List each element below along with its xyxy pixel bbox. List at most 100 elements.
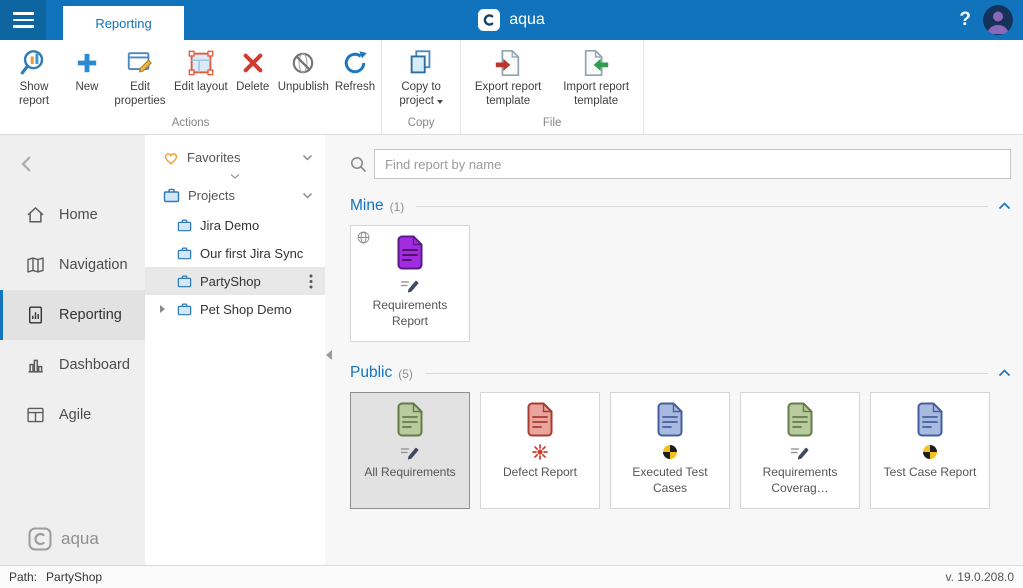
status-path-value: PartyShop [46, 570, 102, 584]
search-icon [350, 156, 367, 173]
board-grid-icon [25, 405, 46, 425]
unpublish-button[interactable]: Unpublish [275, 43, 332, 97]
report-card-requirements-coverage[interactable]: Requirements Coverag… [740, 392, 860, 509]
copy-to-project-button[interactable]: Copy to project [385, 43, 457, 111]
export-report-template-icon [493, 45, 523, 81]
tree-item-label: Our first Jira Sync [200, 246, 303, 261]
globe-icon [357, 231, 370, 244]
status-version: v. 19.0.208.0 [946, 570, 1015, 584]
ribbon-group-file-label: File [464, 114, 640, 134]
tree-item-jira-demo[interactable]: Jira Demo [145, 211, 325, 239]
aqua-logo-icon [478, 9, 500, 31]
report-doc-icon [395, 402, 425, 437]
app-title: aqua [509, 11, 545, 29]
aqua-app-window: Reporting aqua ? Show report [0, 0, 1023, 588]
project-list: Jira Demo Our first Jira Sync PartyShop [145, 211, 325, 323]
tree-item-pet-shop-demo[interactable]: Pet Shop Demo [145, 295, 325, 323]
briefcase-icon [177, 274, 192, 288]
report-search-input[interactable] [374, 149, 1011, 179]
section-title: Mine [350, 197, 384, 215]
copy-to-project-label: Copy to project [388, 81, 454, 109]
sidebar-item-agile[interactable]: Agile [0, 390, 145, 440]
sidebar-item-reporting[interactable]: Reporting [0, 290, 145, 340]
edit-layout-button[interactable]: Edit layout [171, 43, 231, 97]
user-avatar[interactable] [983, 5, 1013, 35]
tree-item-label: Pet Shop Demo [200, 302, 292, 317]
projects-header[interactable]: Projects [145, 181, 325, 209]
edit-properties-label: Edit properties [112, 81, 168, 109]
report-card-label: Requirements Report [351, 298, 469, 329]
ribbon-group-actions-label: Actions [3, 114, 378, 134]
report-card-executed-test-cases[interactable]: Executed Test Cases [610, 392, 730, 509]
projects-label: Projects [188, 188, 235, 203]
reports-panel: Mine (1) Requirements Report Pub [325, 135, 1023, 565]
bar-chart-icon [25, 355, 46, 375]
top-bar: Reporting aqua ? [0, 0, 1023, 40]
sidebar-item-label: Navigation [59, 257, 128, 273]
home-icon [25, 205, 46, 225]
report-card-label: All Requirements [359, 465, 460, 481]
import-report-template-label: Import report template [555, 81, 637, 109]
item-menu-kebab-icon[interactable] [309, 274, 317, 289]
status-path-label: Path: [9, 570, 37, 584]
tree-item-our-first-jira-sync[interactable]: Our first Jira Sync [145, 239, 325, 267]
collapse-section-button[interactable] [998, 369, 1011, 377]
expand-arrow-icon[interactable] [160, 305, 165, 313]
help-button[interactable]: ? [959, 0, 971, 40]
delete-button[interactable]: Delete [231, 43, 275, 97]
ribbon-group-copy: Copy to project Copy [382, 40, 461, 134]
chevron-up-icon [998, 369, 1011, 377]
section-count: (5) [398, 367, 413, 381]
tab-reporting[interactable]: Reporting [63, 6, 184, 40]
favorites-header[interactable]: Favorites [145, 143, 325, 171]
tree-item-label: Jira Demo [200, 218, 259, 233]
sidebar-footer-brand: aqua [28, 527, 99, 551]
chevron-down-icon[interactable] [302, 192, 313, 199]
briefcase-icon [177, 302, 192, 316]
refresh-button[interactable]: Refresh [332, 43, 378, 97]
tree-panel-collapse-button[interactable] [326, 350, 332, 360]
report-card-requirements-report[interactable]: Requirements Report [350, 225, 470, 342]
tree-item-partyshop[interactable]: PartyShop [145, 267, 325, 295]
report-doc-icon [395, 235, 425, 270]
import-report-template-button[interactable]: Import report template [552, 43, 640, 111]
report-card-all-requirements[interactable]: All Requirements [350, 392, 470, 509]
sidebar-item-dashboard[interactable]: Dashboard [0, 340, 145, 390]
tree-splitter-handle[interactable] [145, 171, 325, 181]
section-public-header: Public (5) [350, 364, 1011, 382]
avatar-person-icon [983, 5, 1013, 35]
sidebar-item-navigation[interactable]: Navigation [0, 240, 145, 290]
show-report-button[interactable]: Show report [3, 43, 65, 111]
aqua-logo-icon [28, 527, 52, 551]
ribbon-group-file: Export report template Import report tem… [461, 40, 644, 134]
main-sidebar: Home Navigation Reporting Dashboard Agil… [0, 135, 145, 565]
briefcase-icon [177, 246, 192, 260]
chevron-down-icon[interactable] [302, 154, 313, 161]
report-card-test-case-report[interactable]: Test Case Report [870, 392, 990, 509]
ribbon-toolbar: Show report New Edit properties [0, 40, 1023, 135]
edit-properties-icon [125, 45, 155, 81]
project-tree-panel: Favorites Projects Jira Demo [145, 135, 325, 565]
tree-item-label: PartyShop [200, 274, 261, 289]
defect-module-icon [532, 444, 548, 460]
new-button[interactable]: New [65, 43, 109, 97]
edit-properties-button[interactable]: Edit properties [109, 43, 171, 111]
edit-layout-icon [186, 45, 216, 81]
collapse-section-button[interactable] [998, 202, 1011, 210]
sidebar-item-label: Home [59, 207, 98, 223]
import-report-template-icon [581, 45, 611, 81]
chevron-down-icon [229, 173, 241, 180]
hamburger-menu-button[interactable] [0, 0, 46, 40]
sidebar-item-label: Dashboard [59, 357, 130, 373]
favorites-label: Favorites [187, 150, 240, 165]
export-report-template-button[interactable]: Export report template [464, 43, 552, 111]
unpublish-icon [289, 45, 317, 81]
report-doc-icon [655, 402, 685, 437]
report-card-label: Requirements Coverag… [741, 465, 859, 496]
sidebar-item-home[interactable]: Home [0, 190, 145, 240]
requirement-module-icon [400, 277, 420, 293]
ribbon-group-actions: Show report New Edit properties [0, 40, 382, 134]
chevron-up-icon [998, 202, 1011, 210]
sidebar-collapse-button[interactable] [20, 155, 32, 178]
report-card-defect-report[interactable]: Defect Report [480, 392, 600, 509]
